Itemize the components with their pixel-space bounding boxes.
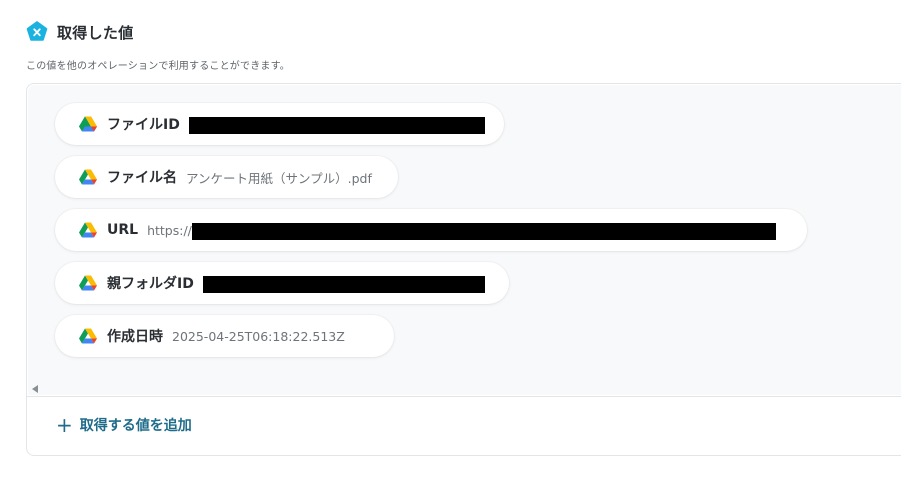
redacted-value: [191, 223, 776, 240]
field-value: https://: [147, 222, 192, 238]
add-value-label: 取得する値を追加: [79, 418, 192, 434]
section-title: 取得した値: [57, 23, 134, 42]
field-value: 2025-04-25T06:18:22.513Z: [172, 328, 345, 344]
section-description: この値を他のオペレーションで利用することができます。: [26, 61, 290, 72]
divider: [27, 396, 901, 397]
values-scroll-area[interactable]: ファイルID ファイル名 アンケート用紙（サンプル）.pdf URL https…: [28, 85, 901, 395]
section-header: 取得した値: [26, 21, 134, 43]
variable-badge-icon: [26, 21, 48, 41]
add-value-button[interactable]: + 取得する値を追加: [56, 415, 192, 435]
redacted-value: [188, 117, 485, 134]
google-drive-icon: [79, 328, 97, 344]
field-label: 作成日時: [107, 329, 163, 345]
google-drive-icon: [79, 116, 97, 132]
redacted-value: [202, 276, 485, 293]
field-label: ファイル名: [107, 170, 177, 186]
google-drive-icon: [79, 222, 97, 238]
field-value: アンケート用紙（サンプル）.pdf: [186, 170, 372, 186]
value-chip-file-id[interactable]: ファイルID: [55, 103, 504, 145]
field-label: 親フォルダID: [107, 276, 194, 292]
page: 取得した値 この値を他のオペレーションで利用することができます。 ファイルID: [0, 0, 901, 480]
google-drive-icon: [79, 275, 97, 291]
scroll-left-arrow-icon[interactable]: [32, 385, 38, 393]
field-label: ファイルID: [107, 117, 180, 133]
value-chip-created-at[interactable]: 作成日時 2025-04-25T06:18:22.513Z: [55, 315, 394, 357]
field-label: URL: [107, 222, 139, 238]
output-values-panel: ファイルID ファイル名 アンケート用紙（サンプル）.pdf URL https…: [26, 83, 901, 456]
value-chip-file-name[interactable]: ファイル名 アンケート用紙（サンプル）.pdf: [55, 156, 398, 198]
google-drive-icon: [79, 169, 97, 185]
value-chip-parent-folder-id[interactable]: 親フォルダID: [55, 262, 509, 304]
value-chip-url[interactable]: URL https://: [55, 209, 807, 251]
plus-icon: +: [56, 413, 73, 437]
